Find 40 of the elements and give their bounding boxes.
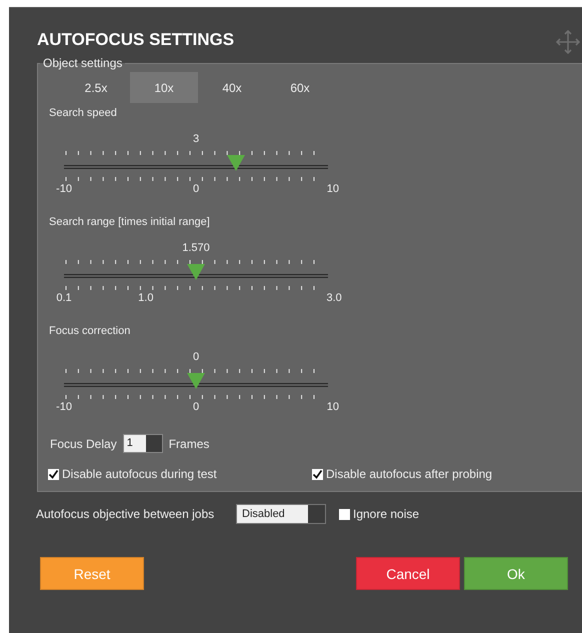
tick-label: -10 bbox=[56, 183, 72, 195]
checkbox[interactable] bbox=[48, 468, 59, 480]
tick-label: 10 bbox=[326, 401, 340, 413]
slider-track[interactable] bbox=[64, 258, 328, 292]
slider-label: Focus correction bbox=[49, 325, 132, 337]
objective-tab[interactable]: 10x bbox=[130, 72, 198, 103]
checkbox[interactable] bbox=[339, 508, 350, 520]
ok-button[interactable]: Ok bbox=[464, 557, 568, 590]
tick-label: -10 bbox=[56, 401, 72, 413]
objective-label: Autofocus objective between jobs bbox=[36, 507, 216, 521]
focus-delay-spinner[interactable]: 1 bbox=[122, 434, 163, 453]
tick-label: 0 bbox=[192, 401, 200, 413]
group-legend: Object settings bbox=[40, 56, 126, 70]
cancel-button[interactable]: Cancel bbox=[356, 557, 460, 590]
objective-tab[interactable]: 60x bbox=[266, 72, 334, 103]
focus-delay-label: Focus Delay bbox=[50, 436, 117, 450]
slider-value: 0 bbox=[192, 351, 200, 363]
slider-track[interactable] bbox=[64, 149, 328, 183]
tick-label: 3.0 bbox=[326, 292, 342, 304]
slider-track[interactable] bbox=[64, 367, 328, 401]
objective-dropdown[interactable]: Disabled bbox=[236, 504, 326, 524]
objective-tab[interactable]: 2.5x bbox=[62, 72, 130, 103]
tick-label: 10 bbox=[326, 183, 340, 195]
slider-value: 1.570 bbox=[182, 242, 210, 254]
tick-label: 1.0 bbox=[138, 292, 154, 304]
frames-label: Frames bbox=[168, 436, 210, 450]
objective-tab[interactable]: 40x bbox=[198, 72, 266, 103]
checkbox-label: Ignore noise bbox=[353, 507, 420, 521]
slider-thumb[interactable] bbox=[226, 155, 245, 171]
slider-value: 3 bbox=[192, 133, 200, 145]
slider-label: Search range [times initial range] bbox=[49, 216, 211, 228]
checkbox[interactable] bbox=[312, 468, 323, 480]
slider-thumb[interactable] bbox=[187, 373, 205, 389]
slider-label: Search speed bbox=[49, 107, 118, 119]
dialog-title: AUTOFOCUS SETTINGS bbox=[37, 30, 234, 50]
slider-thumb[interactable] bbox=[187, 264, 205, 280]
checkbox-label: Disable autofocus during test bbox=[62, 467, 217, 481]
checkbox-label: Disable autofocus after probing bbox=[326, 467, 492, 481]
tick-label: 0.1 bbox=[56, 292, 72, 304]
tick-label: 0 bbox=[192, 183, 200, 195]
